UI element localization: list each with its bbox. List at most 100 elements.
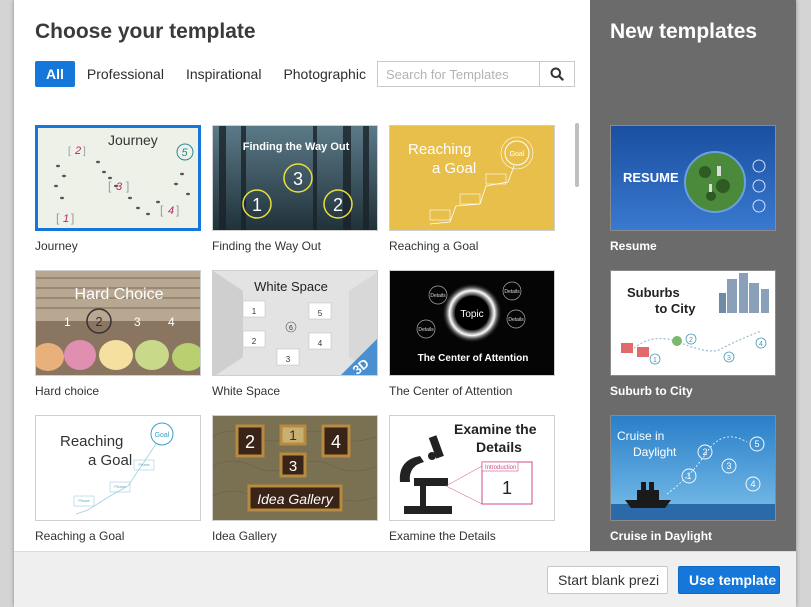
- template-cruise-in-daylight[interactable]: Cruise in Daylight 1 2 3 4 5 Cruise in D…: [610, 415, 776, 543]
- svg-text:Topic: Topic: [460, 309, 483, 320]
- svg-text:1: 1: [64, 315, 71, 329]
- svg-text:3: 3: [727, 355, 731, 362]
- template-label: The Center of Attention: [389, 384, 513, 398]
- template-hard-choice[interactable]: Hard Choice 1 2 3 4 Hard choice: [35, 270, 201, 398]
- svg-text:Goal: Goal: [510, 151, 525, 158]
- svg-text:Phase: Phase: [138, 462, 150, 467]
- svg-text:2: 2: [689, 337, 693, 344]
- page-title: Choose your template: [35, 20, 256, 43]
- svg-text:3: 3: [134, 315, 141, 329]
- svg-text:5: 5: [318, 309, 323, 318]
- svg-text:]: ]: [176, 203, 179, 217]
- svg-text:Phase: Phase: [78, 498, 90, 503]
- svg-text:Details: Details: [504, 289, 520, 295]
- template-idea-gallery[interactable]: 2 1 4 3 Idea Gallery Idea Gallery: [212, 415, 378, 543]
- svg-text:1: 1: [252, 307, 257, 316]
- dialog-footer: Start blank prezi Use template: [14, 551, 796, 607]
- svg-text:2: 2: [702, 447, 707, 457]
- template-label: Reaching a Goal: [389, 239, 479, 253]
- svg-text:Finding the Way Out: Finding the Way Out: [243, 141, 350, 153]
- filter-tabs: All Professional Inspirational Photograp…: [35, 61, 377, 87]
- template-finding-the-way-out[interactable]: Finding the Way Out 1 3 2 Finding the Wa…: [212, 125, 378, 253]
- template-resume[interactable]: RESUME Resume: [610, 125, 776, 253]
- template-label: Resume: [610, 239, 657, 253]
- svg-text:3: 3: [289, 458, 297, 475]
- tab-photographic[interactable]: Photographic: [272, 61, 377, 87]
- svg-text:Details: Details: [476, 439, 522, 455]
- start-blank-prezi-button[interactable]: Start blank prezi: [547, 566, 668, 594]
- svg-text:2: 2: [245, 432, 255, 452]
- svg-text:Phase: Phase: [114, 484, 126, 489]
- svg-text:1: 1: [252, 195, 262, 215]
- thumbnail: Cruise in Daylight 1 2 3 4 5: [610, 415, 776, 521]
- template-chooser: Choose your template All Professional In…: [14, 0, 590, 551]
- svg-text:a Goal: a Goal: [432, 160, 476, 177]
- template-white-space[interactable]: White Space 1 5 6 2 4 3 3D White Space: [212, 270, 378, 398]
- svg-text:3: 3: [726, 461, 731, 471]
- template-label: White Space: [212, 384, 281, 398]
- svg-text:Goal: Goal: [155, 432, 170, 439]
- svg-text:]: ]: [71, 211, 74, 225]
- svg-text:5: 5: [754, 439, 759, 449]
- svg-text:White Space: White Space: [254, 279, 328, 294]
- svg-text:1: 1: [63, 213, 69, 225]
- svg-text:Suburbs: Suburbs: [627, 285, 680, 300]
- svg-text:]: ]: [126, 179, 129, 193]
- use-template-button[interactable]: Use template: [678, 566, 780, 594]
- svg-text:2: 2: [333, 195, 343, 215]
- svg-text:Details: Details: [418, 327, 434, 333]
- svg-text:4: 4: [168, 315, 175, 329]
- svg-text:1: 1: [502, 478, 512, 498]
- tab-professional[interactable]: Professional: [76, 61, 175, 87]
- template-examine-the-details[interactable]: Examine the Details Introduction 1 Exami…: [389, 415, 555, 543]
- svg-text:The Center of Attention: The Center of Attention: [418, 353, 529, 364]
- thumbnail: Suburbs to City 1 2 3 4: [610, 270, 776, 376]
- template-reaching-a-goal[interactable]: Reaching a Goal Goal Reaching a Goal: [389, 125, 555, 253]
- svg-text:RESUME: RESUME: [623, 170, 679, 185]
- scrollbar[interactable]: [575, 123, 579, 187]
- svg-text:4: 4: [750, 479, 755, 489]
- svg-text:4: 4: [318, 339, 323, 348]
- tab-inspirational[interactable]: Inspirational: [175, 61, 273, 87]
- template-label: Suburb to City: [610, 384, 693, 398]
- thumbnail: Reaching a Goal Goal Phase Phase Phase: [35, 415, 201, 521]
- template-label: Journey: [35, 239, 78, 253]
- svg-text:4: 4: [331, 432, 341, 452]
- svg-text:6: 6: [289, 325, 293, 332]
- search-box: [377, 61, 575, 87]
- template-label: Cruise in Daylight: [610, 529, 713, 543]
- svg-text:3: 3: [293, 169, 303, 189]
- template-reaching-a-goal-white[interactable]: Reaching a Goal Goal Phase Phase Phase Rea…: [35, 415, 201, 543]
- thumbnail: Examine the Details Introduction 1: [389, 415, 555, 521]
- svg-text:Reaching: Reaching: [60, 433, 123, 450]
- template-label: Finding the Way Out: [212, 239, 321, 253]
- template-center-of-attention[interactable]: Topic Details Details Details Details The C…: [389, 270, 555, 398]
- svg-text:Details: Details: [508, 317, 524, 323]
- svg-text:Idea Gallery: Idea Gallery: [257, 491, 333, 507]
- template-label: Examine the Details: [389, 529, 496, 543]
- svg-text:Details: Details: [430, 293, 446, 299]
- search-input[interactable]: [378, 62, 539, 86]
- svg-text:4: 4: [759, 341, 763, 348]
- svg-text:5: 5: [182, 147, 189, 159]
- side-title: New templates: [610, 20, 758, 43]
- svg-text:]: ]: [83, 146, 86, 157]
- svg-text:Cruise in: Cruise in: [617, 429, 664, 443]
- thumbnail: White Space 1 5 6 2 4 3 3D: [212, 270, 378, 376]
- svg-text:a Goal: a Goal: [88, 452, 132, 469]
- template-label: Idea Gallery: [212, 529, 277, 543]
- template-dialog: Choose your template All Professional In…: [14, 0, 796, 607]
- thumbnail: RESUME: [610, 125, 776, 231]
- svg-text:1: 1: [653, 357, 657, 364]
- thumbnail: Hard Choice 1 2 3 4: [35, 270, 201, 376]
- svg-text:3: 3: [286, 355, 291, 364]
- svg-text:Examine the: Examine the: [454, 421, 537, 437]
- svg-text:1: 1: [289, 427, 297, 443]
- tab-all[interactable]: All: [35, 61, 75, 87]
- thumbnail: Topic Details Details Details Details The C…: [389, 270, 555, 376]
- template-journey[interactable]: Journey [2] 5 [3] [1] [4] Journey: [35, 125, 201, 253]
- svg-text:Reaching: Reaching: [408, 141, 471, 158]
- search-button[interactable]: [539, 62, 574, 86]
- svg-text:2: 2: [252, 337, 257, 346]
- template-suburb-to-city[interactable]: Suburbs to City 1 2 3 4 Suburb to City: [610, 270, 776, 398]
